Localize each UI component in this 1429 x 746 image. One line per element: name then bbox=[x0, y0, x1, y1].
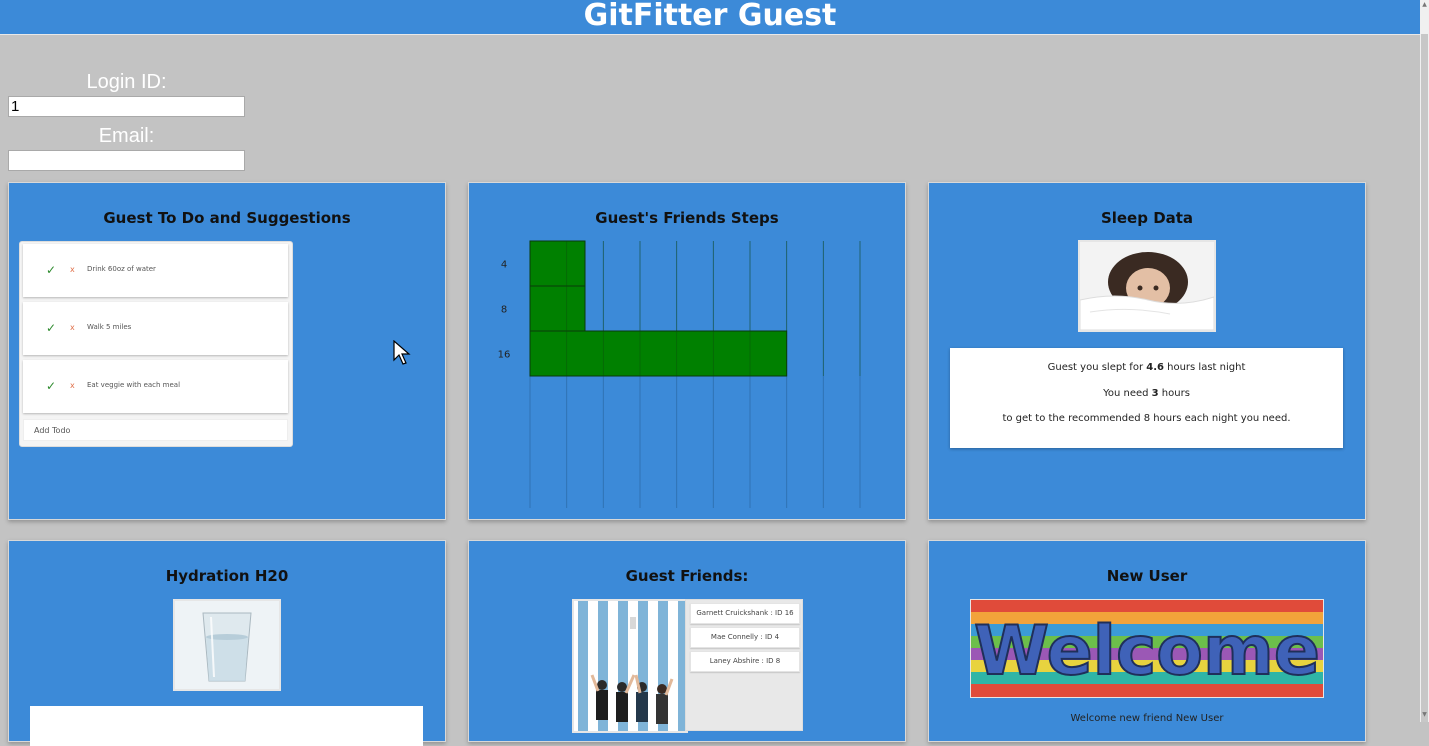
friend-item[interactable]: Garnett Cruickshank : ID 16 bbox=[690, 603, 800, 624]
todo-item[interactable]: ✓ x Drink 60oz of water bbox=[23, 244, 288, 297]
chart-category-label: 8 bbox=[501, 305, 507, 316]
hydration-card: Hydration H20 bbox=[8, 540, 446, 746]
mouse-pointer-icon bbox=[393, 340, 411, 365]
sleep-line-prefix: Guest you slept for bbox=[1047, 362, 1147, 373]
friends-list: Garnett Cruickshank : ID 16 Mae Connelly… bbox=[685, 599, 803, 731]
todo-card: Guest To Do and Suggestions ✓ x Drink 60… bbox=[8, 182, 446, 520]
login-id-input[interactable]: 1 bbox=[8, 96, 245, 117]
close-icon[interactable]: x bbox=[70, 265, 75, 274]
friend-item[interactable]: Mae Connelly : ID 4 bbox=[690, 627, 800, 648]
todo-list: ✓ x Drink 60oz of water ✓ x Walk 5 miles… bbox=[19, 241, 293, 447]
welcome-caption: Welcome new friend New User bbox=[1070, 713, 1224, 724]
sleep-recommendation: to get to the recommended 8 hours each n… bbox=[1002, 413, 1291, 424]
todo-card-title: Guest To Do and Suggestions bbox=[103, 209, 351, 227]
add-todo-input[interactable]: Add Todo bbox=[23, 419, 288, 441]
friends-photo bbox=[572, 599, 688, 733]
friend-item[interactable]: Laney Abshire : ID 8 bbox=[690, 651, 800, 672]
steps-card: Guest's Friends Steps 4 8 16 bbox=[468, 182, 906, 520]
water-glass-photo bbox=[173, 599, 281, 691]
todo-item-text: Drink 60oz of water bbox=[87, 265, 156, 273]
new-user-card-title: New User bbox=[1106, 567, 1188, 585]
chart-bar bbox=[529, 330, 788, 377]
sleep-photo bbox=[1078, 240, 1216, 332]
sleep-card: Sleep Data Guest you slept for 4.6 hours… bbox=[928, 182, 1366, 520]
todo-item[interactable]: ✓ x Walk 5 miles bbox=[23, 302, 288, 355]
close-icon[interactable]: x bbox=[70, 381, 75, 390]
chart-bar bbox=[529, 240, 586, 287]
email-input[interactable] bbox=[8, 150, 245, 171]
sleep-card-title: Sleep Data bbox=[1100, 209, 1194, 227]
welcome-sign-text: Welcome bbox=[974, 612, 1320, 691]
checkmark-icon[interactable]: ✓ bbox=[46, 263, 56, 277]
scroll-down-icon[interactable]: ▼ bbox=[1421, 710, 1428, 720]
close-icon[interactable]: x bbox=[70, 323, 75, 332]
page-scrollbar[interactable]: ▲ ▼ bbox=[1420, 0, 1429, 722]
scrollbar-thumb[interactable] bbox=[1421, 34, 1428, 722]
chart-category-label: 16 bbox=[498, 350, 511, 361]
hours-slept: 4.6 bbox=[1146, 362, 1164, 373]
hydration-summary bbox=[30, 706, 423, 746]
checkmark-icon[interactable]: ✓ bbox=[46, 321, 56, 335]
friends-card-title: Guest Friends: bbox=[625, 567, 749, 585]
login-id-label: Login ID: bbox=[86, 71, 167, 93]
sleep-hours-line: Guest you slept for 4.6 hours last night bbox=[950, 362, 1343, 373]
hours-needed: 3 bbox=[1151, 388, 1159, 399]
email-label: Email: bbox=[98, 125, 155, 147]
todo-item[interactable]: ✓ x Eat veggie with each meal bbox=[23, 360, 288, 413]
sleep-need-line: You need 3 hours bbox=[950, 388, 1343, 399]
page-title: GitFitter Guest bbox=[583, 0, 837, 33]
scroll-up-icon[interactable]: ▲ bbox=[1421, 0, 1428, 10]
steps-chart: 4 8 16 bbox=[498, 240, 861, 508]
new-user-card: New User Welcome Welcome new friend New … bbox=[928, 540, 1366, 742]
need-line-suffix: hours bbox=[1158, 388, 1190, 399]
todo-item-text: Eat veggie with each meal bbox=[87, 381, 181, 389]
friends-card: Guest Friends: Garnett Cruickshank : ID … bbox=[468, 540, 906, 742]
sleep-line-suffix: hours last night bbox=[1163, 362, 1246, 373]
welcome-sign-photo: Welcome bbox=[970, 599, 1324, 698]
sleep-summary: Guest you slept for 4.6 hours last night… bbox=[950, 348, 1343, 448]
chart-bar bbox=[529, 285, 586, 332]
need-line-prefix: You need bbox=[1103, 388, 1152, 399]
hydration-card-title: Hydration H20 bbox=[165, 567, 289, 585]
checkmark-icon[interactable]: ✓ bbox=[46, 379, 56, 393]
app-header: GitFitter Guest bbox=[0, 0, 1420, 35]
chart-category-label: 4 bbox=[501, 260, 507, 271]
todo-item-text: Walk 5 miles bbox=[87, 323, 132, 331]
